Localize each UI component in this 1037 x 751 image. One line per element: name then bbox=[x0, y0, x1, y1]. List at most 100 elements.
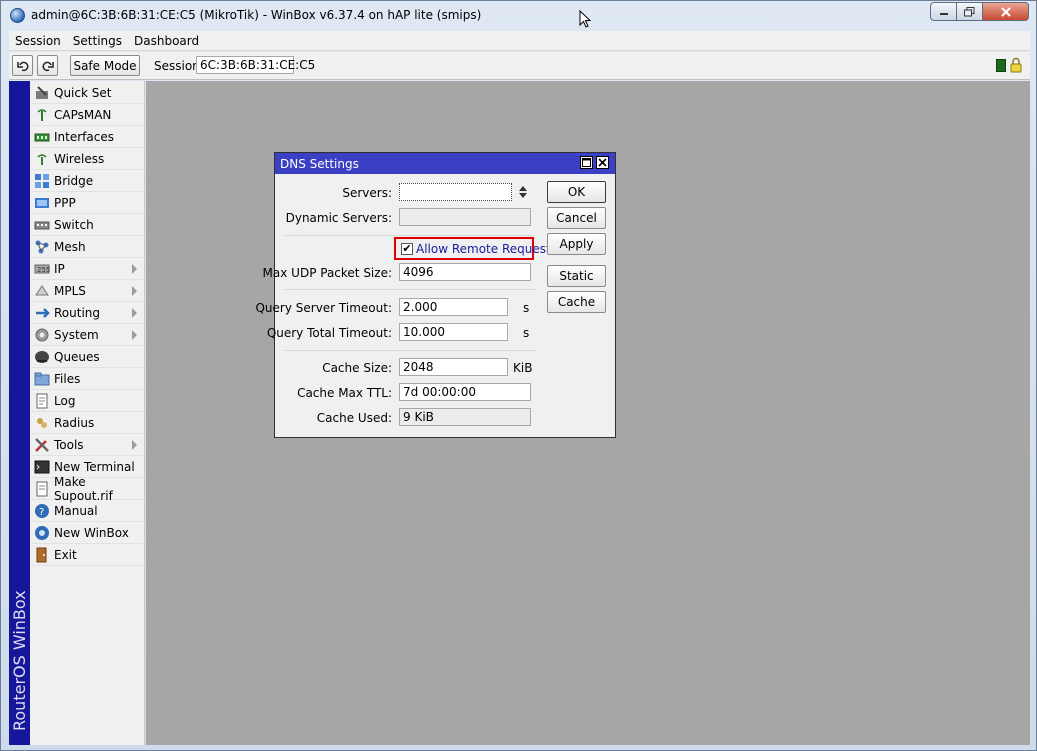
menu-session[interactable]: Session bbox=[9, 34, 67, 48]
sidebar-item-label: Bridge bbox=[54, 173, 94, 188]
sidebar-item-label: Make Supout.rif bbox=[54, 474, 113, 503]
manual-icon: ? bbox=[34, 503, 50, 519]
allow-remote-requests-checkbox[interactable]: ✔ bbox=[401, 243, 413, 255]
terminal-icon bbox=[34, 459, 50, 475]
system-icon bbox=[34, 327, 50, 343]
dialog-close-button[interactable] bbox=[596, 156, 609, 169]
sidebar-item-mesh[interactable]: Mesh bbox=[30, 236, 145, 258]
tools-icon bbox=[34, 437, 50, 453]
redo-icon bbox=[42, 61, 54, 71]
menu-bar: Session Settings Dashboard bbox=[9, 31, 1030, 51]
svg-text:255: 255 bbox=[37, 266, 50, 274]
quick-set-icon bbox=[34, 85, 50, 101]
servers-updown-icon[interactable] bbox=[518, 184, 528, 200]
sidebar-item-quick-set[interactable]: Quick Set bbox=[30, 82, 145, 104]
dns-settings-dialog: DNS Settings Servers: Dynamic Servers: ✔… bbox=[255, 152, 616, 438]
queues-icon bbox=[34, 349, 50, 365]
radius-icon bbox=[34, 415, 50, 431]
log-icon bbox=[34, 393, 50, 409]
allow-remote-requests-label[interactable]: Allow Remote Requests bbox=[416, 242, 557, 256]
svg-text:?: ? bbox=[39, 507, 44, 518]
dialog-maximize-button[interactable] bbox=[580, 156, 593, 169]
close-button[interactable] bbox=[983, 2, 1029, 21]
sidebar-item-system[interactable]: System bbox=[30, 324, 145, 346]
max-udp-input[interactable]: 4096 bbox=[399, 263, 531, 281]
files-icon bbox=[34, 371, 50, 387]
dynamic-servers-field bbox=[399, 208, 531, 226]
sidebar-item-switch[interactable]: Switch bbox=[30, 214, 145, 236]
sidebar-item-label: Log bbox=[54, 393, 76, 408]
sidebar-item-tools[interactable]: Tools bbox=[30, 434, 145, 456]
maximize-button[interactable] bbox=[957, 2, 983, 21]
cancel-button[interactable]: Cancel bbox=[547, 207, 606, 229]
sidebar-item-label: Files bbox=[54, 371, 81, 386]
winbox-app-icon bbox=[10, 8, 25, 23]
winbox-window: admin@6C:3B:6B:31:CE:C5 (MikroTik) - Win… bbox=[0, 0, 1037, 751]
switch-icon bbox=[34, 217, 50, 233]
undo-button[interactable] bbox=[12, 55, 33, 76]
servers-input[interactable] bbox=[399, 183, 512, 201]
cache-max-ttl-input[interactable]: 7d 00:00:00 bbox=[399, 383, 531, 401]
apply-button[interactable]: Apply bbox=[547, 233, 606, 255]
sidebar-item-capsman[interactable]: CAPsMAN bbox=[30, 104, 145, 126]
sidebar-item-label: Tools bbox=[54, 437, 84, 452]
query-server-timeout-unit: s bbox=[523, 301, 530, 315]
sidebar-item-label: Wireless bbox=[54, 151, 105, 166]
cache-size-input[interactable]: 2048 bbox=[399, 358, 508, 376]
sidebar-item-routing[interactable]: Routing bbox=[30, 302, 145, 324]
query-total-timeout-unit: s bbox=[523, 326, 530, 340]
sidebar-item-log[interactable]: Log bbox=[30, 390, 145, 412]
close-icon bbox=[598, 158, 607, 167]
toolbar: Safe Mode Session: 6C:3B:6B:31:CE:C5 bbox=[9, 52, 1030, 80]
ip-icon: 255 bbox=[34, 261, 50, 277]
minimize-icon bbox=[939, 12, 948, 15]
window-controls bbox=[930, 2, 1029, 21]
separator bbox=[285, 289, 535, 290]
static-button[interactable]: Static bbox=[547, 265, 606, 287]
safe-mode-button[interactable]: Safe Mode bbox=[70, 55, 140, 76]
restore-icon bbox=[964, 6, 975, 16]
query-total-timeout-input[interactable]: 10.000 bbox=[399, 323, 508, 341]
separator bbox=[285, 235, 535, 236]
mpls-icon bbox=[34, 283, 50, 299]
sidebar-item-wireless[interactable]: Wireless bbox=[30, 148, 145, 170]
redo-button[interactable] bbox=[37, 55, 58, 76]
cache-button[interactable]: Cache bbox=[547, 291, 606, 313]
menu-dashboard[interactable]: Dashboard bbox=[128, 34, 205, 48]
title-bar[interactable]: admin@6C:3B:6B:31:CE:C5 (MikroTik) - Win… bbox=[1, 1, 1036, 31]
sidebar-item-label: New Terminal bbox=[54, 459, 135, 474]
separator bbox=[285, 350, 535, 351]
sidebar-item-label: Exit bbox=[54, 547, 77, 562]
sidebar-item-new-winbox[interactable]: New WinBox bbox=[30, 522, 145, 544]
minimize-button[interactable] bbox=[930, 2, 957, 21]
session-value: 6C:3B:6B:31:CE:C5 bbox=[196, 56, 315, 74]
window-title: admin@6C:3B:6B:31:CE:C5 (MikroTik) - Win… bbox=[31, 8, 482, 22]
sidebar-item-label: Manual bbox=[54, 503, 98, 518]
submenu-arrow-icon bbox=[132, 308, 137, 318]
query-server-timeout-input[interactable]: 2.000 bbox=[399, 298, 508, 316]
sidebar-item-mpls[interactable]: MPLS bbox=[30, 280, 145, 302]
supout-icon bbox=[34, 481, 50, 497]
sidebar-item-exit[interactable]: Exit bbox=[30, 544, 145, 566]
sidebar-item-radius[interactable]: Radius bbox=[30, 412, 145, 434]
sidebar-item-make-supout-rif[interactable]: Make Supout.rif bbox=[30, 474, 145, 503]
sidebar-item-interfaces[interactable]: Interfaces bbox=[30, 126, 145, 148]
cache-size-unit: KiB bbox=[513, 361, 533, 375]
bridge-icon bbox=[34, 173, 50, 189]
sidebar-item-label: MPLS bbox=[54, 283, 86, 298]
routing-icon bbox=[34, 305, 50, 321]
dialog-title-bar[interactable]: DNS Settings bbox=[275, 153, 615, 174]
sidebar-item-label: CAPsMAN bbox=[54, 107, 112, 122]
sidebar-item-ppp[interactable]: PPP bbox=[30, 192, 145, 214]
exit-icon bbox=[34, 547, 50, 563]
sidebar-item-manual[interactable]: ? Manual bbox=[30, 500, 145, 522]
sidebar-item-files[interactable]: Files bbox=[30, 368, 145, 390]
sidebar-item-ip[interactable]: 255 IP bbox=[30, 258, 145, 280]
ok-button[interactable]: OK bbox=[547, 181, 606, 203]
interfaces-icon bbox=[34, 129, 50, 145]
sidebar-item-bridge[interactable]: Bridge bbox=[30, 170, 145, 192]
sidebar-item-queues[interactable]: Queues bbox=[30, 346, 145, 368]
menu-settings[interactable]: Settings bbox=[67, 34, 128, 48]
cache-size-label: Cache Size: bbox=[322, 361, 392, 375]
submenu-arrow-icon bbox=[132, 330, 137, 340]
